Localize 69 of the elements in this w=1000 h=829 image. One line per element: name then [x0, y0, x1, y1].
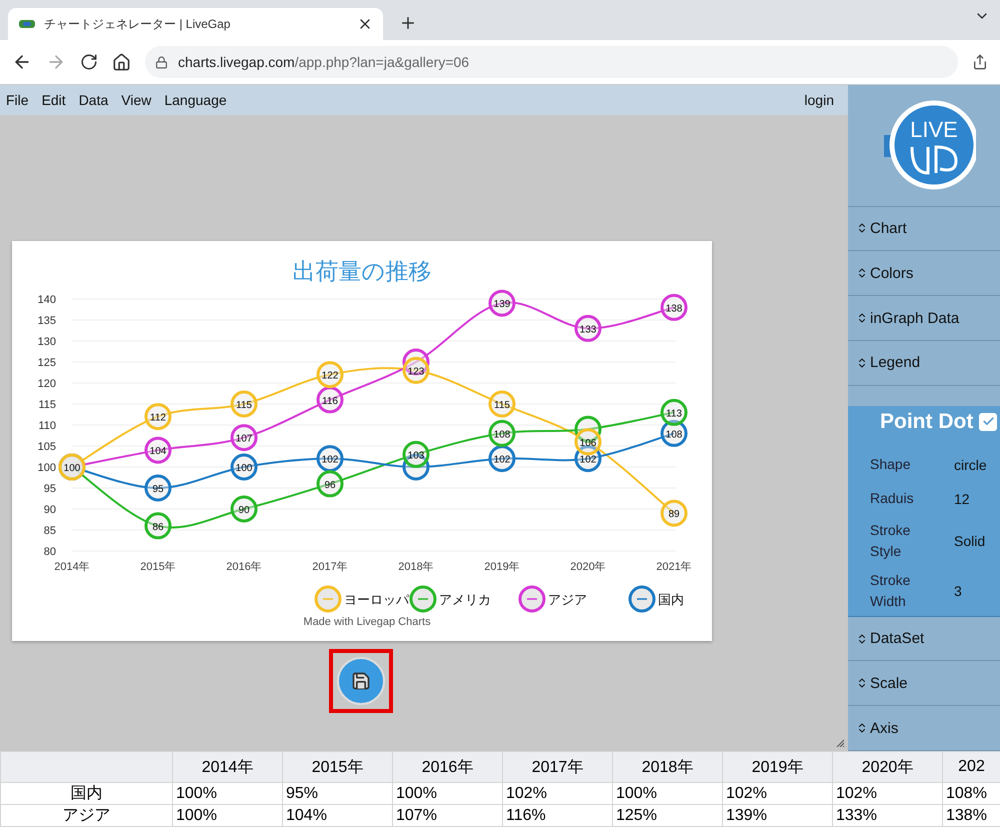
- data-label: 102: [321, 454, 338, 466]
- property-label: Raduis: [870, 490, 914, 506]
- data-label: 108: [493, 429, 510, 440]
- data-label: 100: [63, 463, 80, 474]
- data-label: 112: [150, 412, 166, 424]
- axis-label: 2019年: [484, 561, 520, 573]
- row-header: アジア: [0, 804, 172, 826]
- data-label: 122: [321, 370, 338, 382]
- axis-label: 2021年: [656, 561, 692, 573]
- axis-label: 85: [43, 525, 56, 537]
- axis-label: 125: [37, 357, 56, 369]
- data-label: 89: [668, 509, 680, 520]
- data-label: 138: [665, 303, 682, 314]
- table-header: 2017年: [502, 752, 612, 782]
- table-header: 202: [942, 752, 1000, 782]
- data-label: 90: [238, 505, 250, 516]
- axis-label: 90: [43, 504, 56, 516]
- axis-label: 2018年: [398, 561, 434, 573]
- data-label: 106: [579, 438, 596, 449]
- data-label: 108: [665, 429, 682, 440]
- axis-label: 95: [43, 483, 56, 495]
- data-label: 139: [493, 299, 510, 310]
- axis-label: 105: [37, 441, 56, 453]
- axis-label: 2015年: [140, 561, 176, 573]
- data-label: 102: [579, 454, 596, 466]
- data-label: 113: [666, 408, 682, 420]
- legend-label: ヨーロッパ: [344, 592, 408, 607]
- table-header: 2016年: [392, 752, 502, 782]
- data-label: 115: [236, 400, 252, 411]
- axis-label: 2016年: [226, 561, 262, 573]
- chart-footer: Made with Livegap Charts: [302, 616, 430, 628]
- data-label: 133: [579, 324, 596, 336]
- panel-title: Point Dot: [880, 410, 974, 434]
- axis-label: 115: [38, 399, 56, 411]
- legend-label: 国内: [658, 592, 684, 607]
- axis-label: 100: [37, 462, 56, 474]
- row-header: 国内: [0, 782, 172, 804]
- axis-label: 130: [37, 336, 56, 348]
- table-header: 2020年: [832, 752, 942, 782]
- data-label: 115: [494, 400, 510, 411]
- axis-label: 80: [43, 546, 56, 558]
- legend-label: アジア: [548, 592, 586, 607]
- data-label: 107: [235, 434, 252, 445]
- axis-label: 2014年: [54, 561, 90, 573]
- data-label: 96: [324, 480, 336, 491]
- data-label: 116: [322, 396, 338, 407]
- table-header: 2014年: [172, 752, 282, 782]
- data-label: 100: [235, 463, 252, 474]
- legend-label: アメリカ: [438, 592, 490, 607]
- url-text: charts.livegap.com/app.php?lan=ja&gallery=06: [178, 54, 470, 70]
- data-label: 95: [152, 484, 164, 495]
- axis-label: 110: [38, 420, 56, 432]
- data-label: 123: [407, 366, 424, 378]
- chart-title: 出荷量の推移: [292, 258, 431, 284]
- axis-label: 2020年: [570, 561, 606, 573]
- table-header: 2018年: [612, 752, 722, 782]
- table-header: 2015年: [282, 752, 392, 782]
- data-label: 104: [149, 446, 166, 458]
- axis-label: 120: [37, 378, 56, 390]
- property-label: Shape: [870, 456, 910, 472]
- tab-title: チャートジェネレーター | LiveGap: [44, 16, 232, 32]
- data-label: 86: [152, 522, 164, 533]
- property-label: Stroke Style: [870, 522, 910, 559]
- axis-label: 140: [37, 294, 56, 306]
- axis-label: 2017年: [312, 561, 348, 573]
- property-label: Stroke Width: [870, 572, 910, 609]
- axis-label: 135: [37, 315, 56, 327]
- table-header: 2019年: [722, 752, 832, 782]
- data-label: 102: [493, 454, 510, 466]
